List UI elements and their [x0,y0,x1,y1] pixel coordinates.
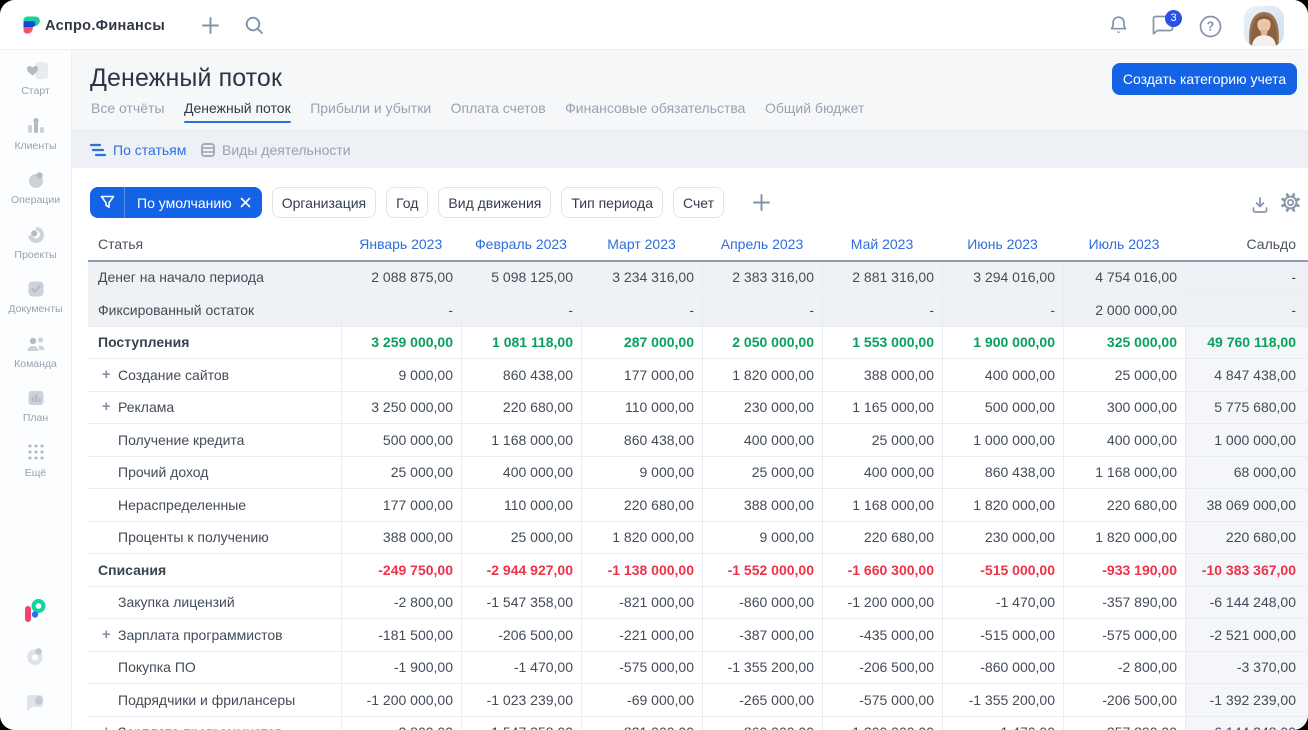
svg-text:?: ? [1207,20,1215,34]
